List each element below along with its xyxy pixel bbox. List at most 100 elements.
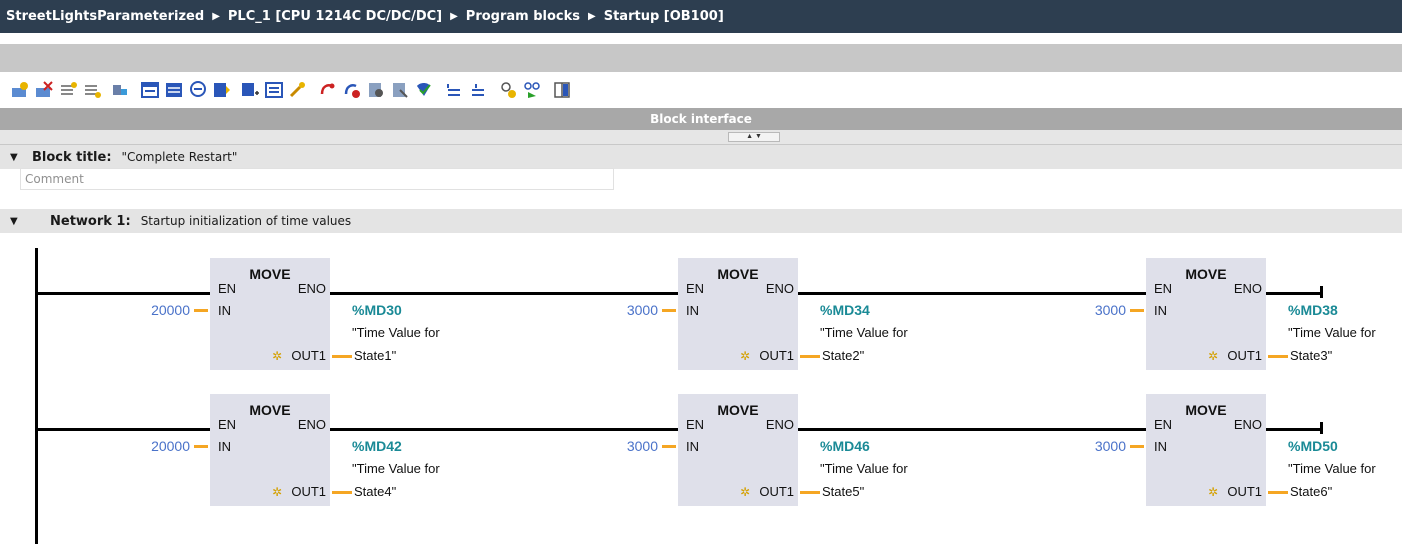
block-title-label: Block title:	[32, 149, 112, 165]
add-output-icon[interactable]: ✲	[1208, 485, 1218, 499]
in-pin-stub	[662, 445, 676, 448]
gear-icon[interactable]	[318, 80, 338, 100]
in-value[interactable]: 20000	[151, 302, 190, 318]
in-value[interactable]: 3000	[627, 302, 658, 318]
absolute-operand-icon[interactable]	[110, 80, 130, 100]
glasses-icon[interactable]	[522, 80, 542, 100]
split-editor-icon[interactable]	[552, 80, 572, 100]
out-tag-name[interactable]: State2"	[822, 348, 865, 363]
eno-pin-label: ENO	[298, 417, 326, 432]
out-tag-name[interactable]: State3"	[1290, 348, 1333, 363]
in-pin-stub	[1130, 445, 1144, 448]
out-tag-name[interactable]: "Time Value for	[352, 461, 440, 476]
rung-end-marker	[1320, 422, 1323, 434]
out-address[interactable]: %MD42	[352, 438, 402, 454]
out-pin-label: OUT1	[1227, 484, 1262, 499]
block-interface-panel-header[interactable]: Block interface	[0, 108, 1402, 130]
instruction-name: MOVE	[249, 266, 290, 282]
in-pin-label: IN	[686, 303, 699, 318]
out-tag-name[interactable]: State6"	[1290, 484, 1333, 499]
out-tag-name[interactable]: State4"	[354, 484, 397, 499]
move-instruction[interactable]: MOVE EN ENO IN OUT1 ✲ 20000 %MD30 "Time Value fo…	[38, 258, 440, 370]
consistency-check-icon[interactable]	[444, 80, 464, 100]
in-value[interactable]: 3000	[1095, 302, 1126, 318]
eno-wire	[1266, 428, 1322, 431]
network-rung: MOVE EN ENO IN OUT1 ✲ 20000 %MD30 "Time Value fo…	[38, 258, 1376, 370]
out-tag-name[interactable]: State5"	[822, 484, 865, 499]
move-instruction[interactable]: MOVE EN ENO IN OUT1 ✲ 3000 %MD46 "Time Value for…	[330, 394, 908, 506]
append-row-icon[interactable]	[82, 80, 102, 100]
out-address[interactable]: %MD38	[1288, 302, 1338, 318]
delete-network-icon[interactable]	[34, 80, 54, 100]
navigate-icon[interactable]	[288, 80, 308, 100]
network-header: ▼ Network 1: Startup initialization of t…	[0, 209, 1402, 233]
out-tag-name[interactable]: State1"	[354, 348, 397, 363]
out-pin-stub	[1268, 491, 1288, 494]
in-value[interactable]: 3000	[1095, 438, 1126, 454]
collapse-triangle-icon[interactable]: ▼	[10, 152, 32, 163]
add-output-icon[interactable]: ✲	[740, 349, 750, 363]
out-tag-name[interactable]: "Time Value for	[820, 461, 908, 476]
move-instruction[interactable]: MOVE EN ENO IN OUT1 ✲ 3000 %MD34 "Time Value for…	[330, 258, 908, 370]
previous-error-icon[interactable]	[366, 80, 386, 100]
monitoring-icon[interactable]	[498, 80, 518, 100]
in-pin-stub	[662, 309, 676, 312]
breadcrumb-block[interactable]: Startup [OB100]	[604, 9, 724, 24]
breadcrumb-separator-icon: ▶	[212, 11, 220, 22]
network-rung: MOVE EN ENO IN OUT1 ✲ 20000 %MD42 "Time Value fo…	[38, 394, 1376, 506]
network-comments-icon[interactable]	[212, 80, 232, 100]
breadcrumb-program-blocks[interactable]: Program blocks	[466, 9, 580, 24]
in-pin-label: IN	[218, 303, 231, 318]
block-comment-field[interactable]: Comment	[20, 168, 614, 190]
indent-icon[interactable]	[468, 80, 488, 100]
out-address[interactable]: %MD50	[1288, 438, 1338, 454]
in-pin-stub	[1130, 309, 1144, 312]
move-instruction[interactable]: MOVE EN ENO IN OUT1 ✲ 3000 %MD50 "Time Value for…	[798, 394, 1376, 506]
instruction-name: MOVE	[717, 402, 758, 418]
add-output-icon[interactable]: ✲	[740, 485, 750, 499]
instruction-name: MOVE	[1185, 402, 1226, 418]
add-output-icon[interactable]: ✲	[1208, 349, 1218, 363]
in-value[interactable]: 20000	[151, 438, 190, 454]
out-tag-name[interactable]: "Time Value for	[1288, 461, 1376, 476]
favorites-icon[interactable]	[140, 80, 160, 100]
out-pin-label: OUT1	[1227, 348, 1262, 363]
open-all-networks-icon[interactable]	[164, 80, 184, 100]
network-title[interactable]: Startup initialization of time values	[141, 214, 351, 228]
breadcrumb-project[interactable]: StreetLightsParameterized	[6, 9, 204, 24]
insert-network-icon[interactable]	[10, 80, 30, 100]
out-pin-stub	[332, 491, 352, 494]
en-wire	[38, 428, 210, 431]
interface-splitter[interactable]: ▲ ▼	[0, 130, 1402, 145]
close-all-networks-icon[interactable]	[188, 80, 208, 100]
en-pin-label: EN	[686, 417, 704, 432]
go-to-error-icon[interactable]	[342, 80, 362, 100]
symbolic-operand-icon[interactable]	[240, 80, 260, 100]
out-pin-label: OUT1	[291, 348, 326, 363]
update-calls-icon[interactable]	[414, 80, 434, 100]
add-output-icon[interactable]: ✲	[272, 349, 282, 363]
add-output-icon[interactable]: ✲	[272, 485, 282, 499]
out-tag-name[interactable]: "Time Value for	[352, 325, 440, 340]
collapse-triangle-icon[interactable]: ▼	[10, 216, 32, 227]
in-value[interactable]: 3000	[627, 438, 658, 454]
out-address[interactable]: %MD34	[820, 302, 870, 318]
insert-row-icon[interactable]	[58, 80, 78, 100]
breadcrumb-separator-icon: ▶	[450, 11, 458, 22]
splitter-grip[interactable]: ▲ ▼	[728, 132, 780, 142]
en-wire	[798, 292, 1146, 295]
out-tag-name[interactable]: "Time Value for	[1288, 325, 1376, 340]
breadcrumb-plc[interactable]: PLC_1 [CPU 1214C DC/DC/DC]	[228, 9, 442, 24]
eno-wire	[1266, 292, 1322, 295]
out-tag-name[interactable]: "Time Value for	[820, 325, 908, 340]
block-title-value[interactable]: "Complete Restart"	[122, 150, 238, 164]
eno-pin-label: ENO	[298, 281, 326, 296]
en-pin-label: EN	[1154, 417, 1172, 432]
out-address[interactable]: %MD30	[352, 302, 402, 318]
instruction-name: MOVE	[717, 266, 758, 282]
move-instruction[interactable]: MOVE EN ENO IN OUT1 ✲ 3000 %MD38 "Time Value for…	[798, 258, 1376, 370]
tag-info-icon[interactable]	[264, 80, 284, 100]
move-instruction[interactable]: MOVE EN ENO IN OUT1 ✲ 20000 %MD42 "Time Value fo…	[38, 394, 440, 506]
out-address[interactable]: %MD46	[820, 438, 870, 454]
call-structure-icon[interactable]	[390, 80, 410, 100]
